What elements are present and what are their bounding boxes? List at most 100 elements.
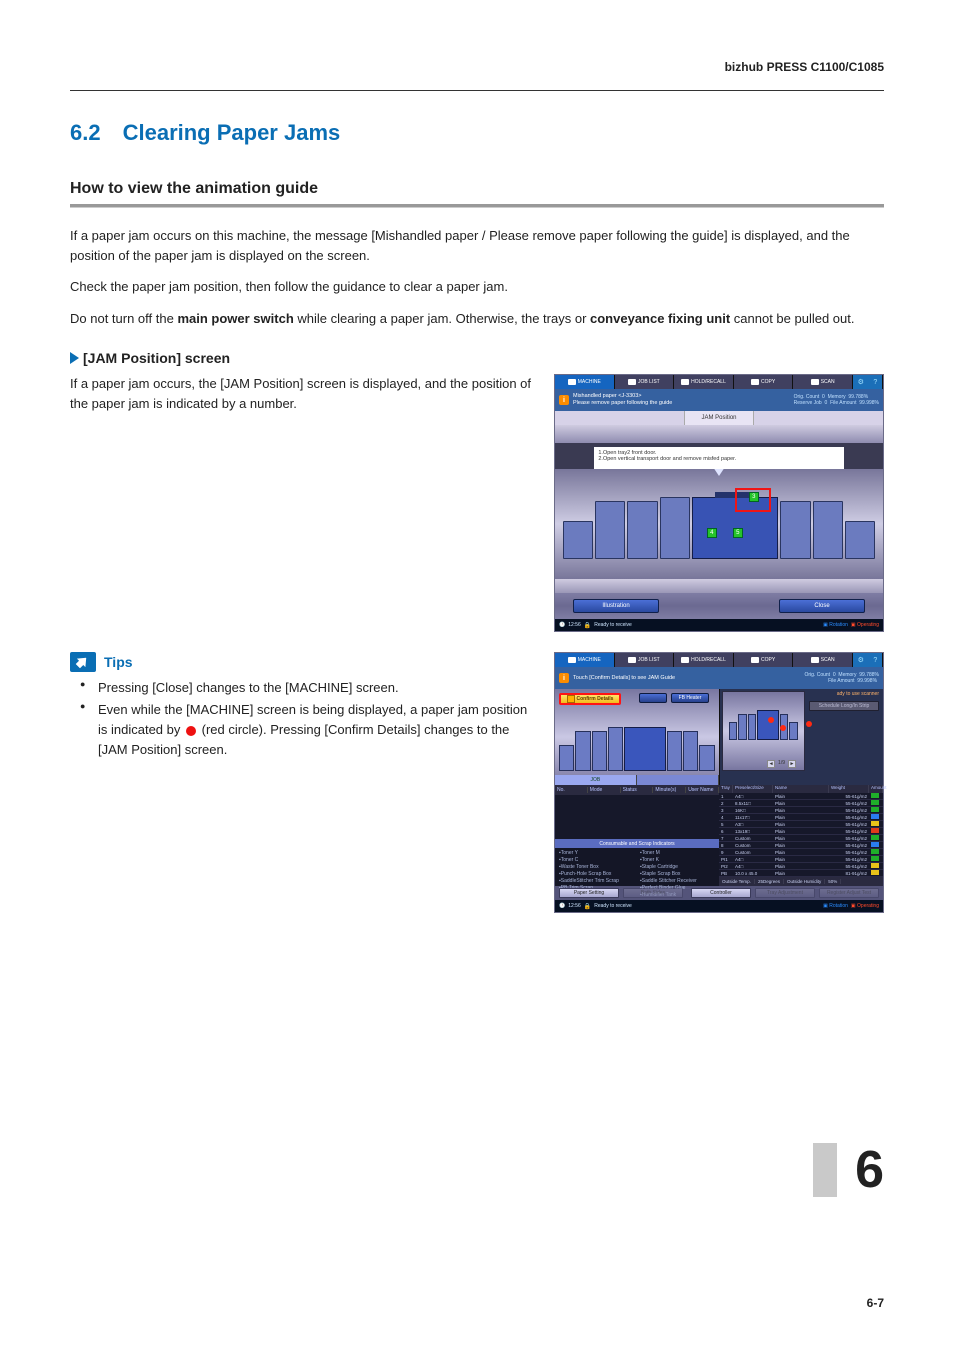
ss1-counters: Orig. Count 0 Memory 99.788% Reserve Job… bbox=[794, 394, 879, 407]
section-number: 6.2 bbox=[70, 120, 101, 146]
register-adjust-tab[interactable]: Register Adjust Test bbox=[819, 888, 879, 898]
ready-scanner-text: ady to use scanner bbox=[837, 691, 879, 697]
section-title-text: Clearing Paper Jams bbox=[123, 120, 341, 145]
ss2-message-text: Touch [Confirm Details] to see JAM Guide bbox=[573, 675, 800, 682]
ss2-tab-recall[interactable]: HOLD/RECALL bbox=[674, 653, 734, 667]
fb-heater-button[interactable]: FB Heater bbox=[671, 693, 709, 703]
status-operating: ▣ Operating bbox=[851, 622, 879, 628]
tab-scan[interactable]: SCAN bbox=[793, 375, 853, 389]
red-dot-icon bbox=[186, 726, 196, 736]
ss2-tabbar: MACHINE JOB LIST HOLD/RECALL COPY SCAN ⚙… bbox=[555, 653, 883, 667]
controller-tab[interactable]: Controller bbox=[691, 888, 751, 898]
page-number: 6-7 bbox=[867, 1296, 884, 1310]
jam-paragraph: If a paper jam occurs, the [JAM Position… bbox=[70, 374, 536, 413]
consumables-title: Consumable and Scrap Indicators bbox=[555, 839, 719, 848]
tray-row: 316K□Plain55-61g/m2 bbox=[719, 807, 883, 814]
pager-next-icon[interactable]: ► bbox=[788, 760, 796, 768]
tray-row: PB10.0 x 45.0Plain81-91g/m2 bbox=[719, 870, 883, 877]
warning-icon bbox=[567, 695, 575, 703]
tips-heading: Tips bbox=[70, 652, 536, 672]
tip-1: Pressing [Close] changes to the [MACHINE… bbox=[70, 678, 536, 698]
tray-list: 1A4□Plain55-61g/m228.5x11□Plain55-61g/m2… bbox=[719, 793, 883, 877]
tray-row: PI1A4□Plain55-61g/m2 bbox=[719, 856, 883, 863]
gear-icon: ⚙ bbox=[858, 656, 864, 664]
clock-icon: 🕐 bbox=[559, 622, 565, 628]
ss2-status-bar: 🕐12:56 🔒Ready to receive ▣ Rotation▣ Ope… bbox=[555, 900, 883, 912]
ss2-tab-tools[interactable]: ⚙? bbox=[853, 653, 883, 667]
tray-header: TrayPreselect/SizeNameWeightAmount bbox=[719, 785, 883, 793]
status-rotation: ▣ Rotation bbox=[823, 622, 848, 628]
machine-screenshot: MACHINE JOB LIST HOLD/RECALL COPY SCAN ⚙… bbox=[554, 652, 884, 913]
status-rotation: ▣ Rotation bbox=[823, 903, 848, 909]
ss1-button-row: Illustration Close bbox=[555, 593, 883, 619]
both-sides-tab[interactable]: Both Sides bbox=[623, 888, 683, 898]
info-icon: i bbox=[559, 395, 569, 405]
jam-position-tab: JAM Position bbox=[684, 411, 754, 425]
header-rule bbox=[70, 90, 884, 91]
gear-icon: ⚙ bbox=[858, 378, 864, 386]
jam-reddot bbox=[806, 721, 812, 727]
header-model: bizhub PRESS C1100/C1085 bbox=[725, 60, 884, 74]
pager-prev-icon[interactable]: ◄ bbox=[767, 760, 775, 768]
jam-num-5: 5 bbox=[733, 528, 743, 538]
tray-row: 1A4□Plain55-61g/m2 bbox=[719, 793, 883, 800]
ss2-tab-machine[interactable]: MACHINE bbox=[555, 653, 615, 667]
jam-num-3: 3 bbox=[749, 492, 759, 502]
ss2-tab-scan[interactable]: SCAN bbox=[793, 653, 853, 667]
tab-recall[interactable]: HOLD/RECALL bbox=[674, 375, 734, 389]
section-title: 6.2 Clearing Paper Jams bbox=[70, 120, 884, 146]
ss2-machine-diagram: Confirm Details FB Heater JOB bbox=[555, 689, 719, 785]
tips-label: Tips bbox=[104, 654, 133, 670]
lock-icon: 🔒 bbox=[584, 903, 591, 910]
subheading-rule bbox=[70, 204, 884, 208]
tray-row: 411x17□Plain55-61g/m2 bbox=[719, 814, 883, 821]
subheading-1: How to view the animation guide bbox=[70, 180, 884, 198]
ss1-status-bar: 🕐12:56 🔒Ready to receive ▣ Rotation▣ Ope… bbox=[555, 619, 883, 631]
ss2-message-bar: i Touch [Confirm Details] to see JAM Gui… bbox=[555, 667, 883, 689]
ss2-tab-joblist[interactable]: JOB LIST bbox=[615, 653, 675, 667]
ss1-jam-label-row: JAM Position bbox=[555, 411, 883, 425]
ss2-tab-copy[interactable]: COPY bbox=[734, 653, 794, 667]
ss2-right-panel: ady to use scanner Schedule Long/In Stri… bbox=[719, 689, 884, 785]
environment-row: Outside Temp.25DegreesOutside Humidity50… bbox=[719, 877, 883, 886]
ss1-message-bar: i Mishandled paper <J-3303>Please remove… bbox=[555, 389, 883, 411]
intro-p1: If a paper jam occurs on this machine, t… bbox=[70, 226, 884, 265]
job-list-header: No.ModeStatusMinute(s)User Name bbox=[555, 785, 719, 795]
tray-row: 8CustomPlain55-61g/m2 bbox=[719, 842, 883, 849]
tab-copy[interactable]: COPY bbox=[734, 375, 794, 389]
jam-num-4: 4 bbox=[707, 528, 717, 538]
tab-machine[interactable]: MACHINE bbox=[555, 375, 615, 389]
help-icon: ? bbox=[873, 657, 877, 664]
tray-adjust-tab[interactable]: Tray Adjustment bbox=[755, 888, 815, 898]
illustration-button[interactable]: Illustration bbox=[573, 599, 659, 613]
confirm-details-button[interactable]: Confirm Details bbox=[559, 693, 621, 705]
lock-icon: 🔒 bbox=[584, 622, 591, 629]
tray-row: 5A3□Plain55-61g/m2 bbox=[719, 821, 883, 828]
job-tab[interactable]: JOB bbox=[555, 775, 637, 785]
heater-button[interactable] bbox=[639, 693, 667, 703]
preview-pager[interactable]: ◄1/9► bbox=[767, 760, 796, 768]
close-button[interactable]: Close bbox=[779, 599, 865, 613]
paper-setting-tab[interactable]: Paper Setting bbox=[559, 888, 619, 898]
intro-p3: Do not turn off the main power switch wh… bbox=[70, 309, 884, 329]
tab-joblist[interactable]: JOB LIST bbox=[615, 375, 675, 389]
triangle-icon bbox=[70, 352, 79, 364]
ss1-diagram: 3 4 5 bbox=[555, 469, 883, 579]
intro-p2: Check the paper jam position, then follo… bbox=[70, 277, 884, 297]
status-operating: ▣ Operating bbox=[851, 903, 879, 909]
tips-icon bbox=[70, 652, 96, 672]
ss2-counters: Orig. Count 0 Memory 99.788% File Amount… bbox=[804, 672, 879, 685]
tip-2: Even while the [MACHINE] screen is being… bbox=[70, 700, 536, 760]
help-icon: ? bbox=[873, 379, 877, 386]
tab-tools[interactable]: ⚙? bbox=[853, 375, 883, 389]
consumables-list: Toner YToner CWaste Toner BoxPunch-Hole … bbox=[555, 848, 719, 886]
schedule-button[interactable]: Schedule Long/In Strip bbox=[809, 701, 879, 711]
tray-row: 613x19□Plain55-61g/m2 bbox=[719, 828, 883, 835]
ss1-tabbar: MACHINE JOB LIST HOLD/RECALL COPY SCAN ⚙… bbox=[555, 375, 883, 389]
ss2-bottom-tabs: Paper Setting Both Sides Controller Tray… bbox=[555, 886, 883, 900]
clock-icon: 🕐 bbox=[559, 903, 565, 909]
jam-reddot bbox=[768, 717, 774, 723]
ss2-preview: ◄1/9► bbox=[722, 691, 806, 771]
jam-position-screenshot: MACHINE JOB LIST HOLD/RECALL COPY SCAN ⚙… bbox=[554, 374, 884, 632]
jam-position-heading-text: [JAM Position] screen bbox=[83, 350, 230, 366]
